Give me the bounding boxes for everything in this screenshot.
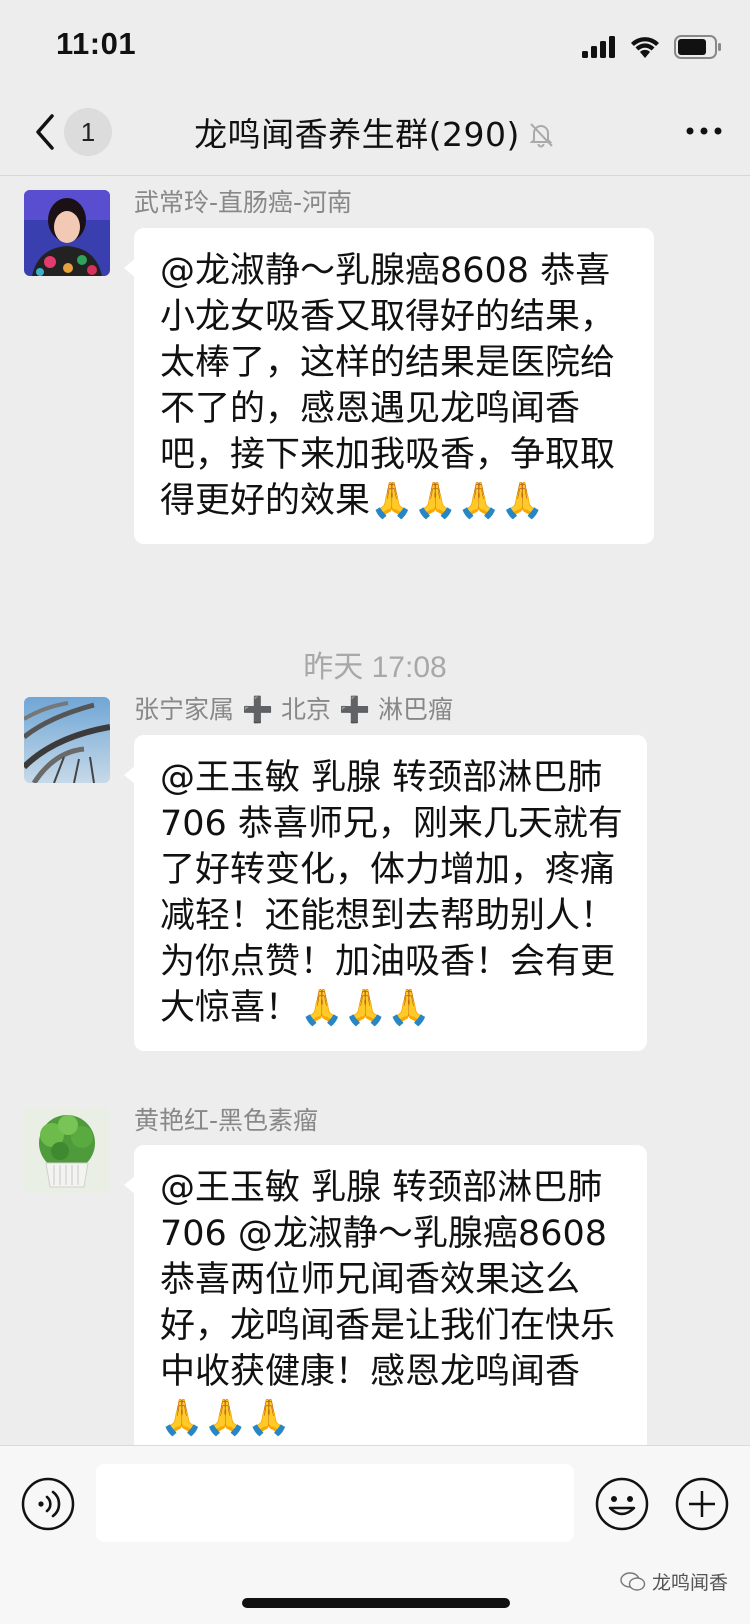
chat-title: 龙鸣闻香养生群(290) [194, 115, 520, 154]
status-bar: 11:01 [0, 0, 750, 90]
chat-header: 1 龙鸣闻香养生群(290) [0, 88, 750, 176]
more-options-icon[interactable] [684, 116, 724, 146]
avatar[interactable] [24, 697, 110, 783]
wifi-icon [631, 37, 659, 58]
status-icons [582, 34, 722, 60]
watermark: 龙鸣闻香 [620, 1568, 728, 1595]
message-list[interactable]: 武常玲-直肠癌-河南 @龙淑静～乳腺癌8608 恭喜小龙女吸香又取得好的结果，太… [0, 177, 750, 1445]
mute-bell-icon [529, 123, 553, 148]
message-bubble[interactable]: @龙淑静～乳腺癌8608 恭喜小龙女吸香又取得好的结果，太棒了，这样的结果是医院… [124, 228, 654, 544]
cellular-signal-icon [582, 36, 615, 58]
avatar[interactable] [24, 1107, 110, 1193]
message-input[interactable] [96, 1464, 574, 1542]
avatar[interactable] [24, 190, 110, 276]
message-bubble[interactable]: @王玉敏 乳腺 转颈部淋巴肺706 恭喜师兄，刚来几天就有了好转变化，体力增加，… [124, 735, 647, 1051]
sender-name: 武常玲-直肠癌-河南 [134, 188, 353, 217]
plus-icon[interactable] [674, 1476, 730, 1532]
status-time: 11:01 [56, 26, 137, 61]
emoji-icon[interactable] [594, 1476, 650, 1532]
sender-name: 张宁家属 ➕ 北京 ➕ 淋巴瘤 [134, 695, 454, 724]
home-indicator [242, 1598, 510, 1608]
chat-title-wrap[interactable]: 龙鸣闻香养生群(290) [0, 108, 750, 156]
message-bubble[interactable]: @王玉敏 乳腺 转颈部淋巴肺706 @龙淑静～乳腺癌8608 恭喜两位师兄闻香效… [124, 1145, 647, 1445]
wechat-logo-icon [620, 1571, 646, 1591]
time-separator: 昨天 17:08 [303, 651, 447, 684]
sender-name: 黄艳红-黑色素瘤 [134, 1106, 319, 1135]
voice-input-icon[interactable] [20, 1476, 76, 1532]
input-bar: 龙鸣闻香 [0, 1445, 750, 1624]
battery-icon [674, 35, 721, 59]
watermark-text: 龙鸣闻香 [651, 1572, 728, 1594]
